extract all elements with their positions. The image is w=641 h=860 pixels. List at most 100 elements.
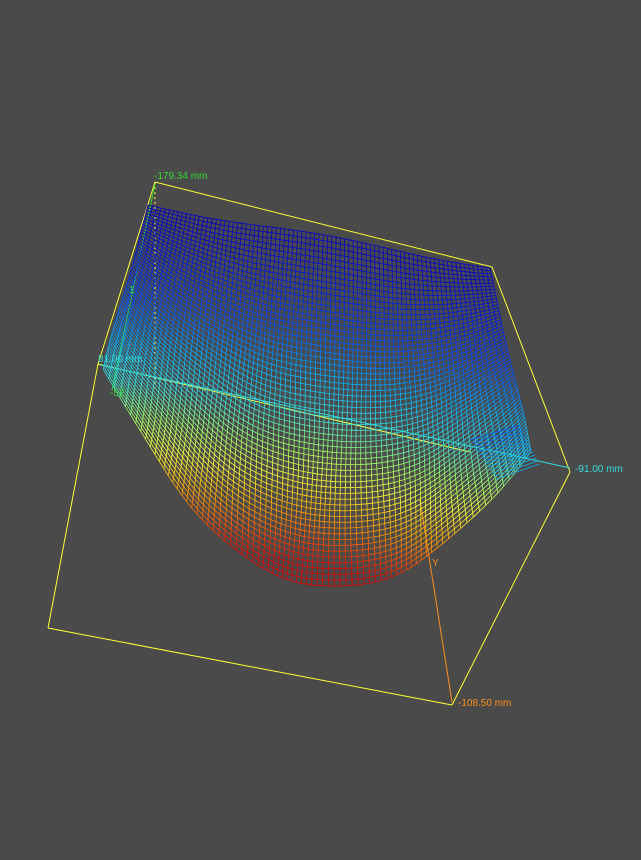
mesh-row-segment <box>298 231 302 232</box>
mesh-row-segment <box>226 306 231 308</box>
mesh-row-segment <box>396 556 401 558</box>
mesh-row-segment <box>319 422 324 423</box>
mesh-row-segment <box>123 376 128 384</box>
mesh-row-segment <box>388 254 392 255</box>
mesh-row-segment <box>171 388 176 393</box>
mesh-row-segment <box>490 373 495 376</box>
mesh-row-segment <box>234 222 238 223</box>
mesh-row-segment <box>481 390 486 393</box>
mesh-row-segment <box>366 486 372 487</box>
mesh-row-segment <box>221 361 226 364</box>
mesh-row-segment <box>190 363 195 367</box>
mesh-row-segment <box>446 394 451 396</box>
3d-scene[interactable]: -179.34 mm 81.00 mm -52 1 -91.00 mm Y -1… <box>0 0 641 855</box>
mesh-row-segment <box>266 385 271 387</box>
mesh-row-segment <box>413 345 418 346</box>
mesh-row-segment <box>388 276 392 277</box>
mesh-row-segment <box>250 497 256 500</box>
mesh-row-segment <box>390 400 395 401</box>
mesh-row-segment <box>416 560 421 564</box>
mesh-row-segment <box>153 344 158 349</box>
mesh-row-segment <box>357 556 363 557</box>
mesh-row-segment <box>172 454 176 460</box>
mesh-row-segment <box>375 296 379 297</box>
mesh-row-segment <box>233 425 238 428</box>
mesh-row-segment <box>480 311 485 312</box>
mesh-row-segment <box>454 519 460 524</box>
mesh-row-segment <box>478 365 483 368</box>
mesh-row-segment <box>293 563 298 564</box>
mesh-row-segment <box>246 388 251 390</box>
mesh-row-segment <box>443 424 448 427</box>
mesh-row-segment <box>493 302 498 303</box>
mesh-row-segment <box>272 359 277 360</box>
mesh-row-segment <box>273 451 278 453</box>
mesh-row-segment <box>225 525 231 530</box>
mesh-row-segment <box>479 372 484 375</box>
mesh-row-segment <box>426 533 431 537</box>
mesh-row-segment <box>450 479 455 483</box>
mesh-row-segment <box>471 397 476 400</box>
mesh-row-segment <box>178 326 183 330</box>
mesh-row-segment <box>239 474 244 477</box>
mesh-row-segment <box>284 432 289 433</box>
mesh-row-segment <box>448 270 452 271</box>
mesh-row-segment <box>284 327 289 328</box>
mesh-row-segment <box>269 340 274 341</box>
mesh-row-segment <box>370 245 374 246</box>
mesh-row-segment <box>252 442 257 445</box>
mesh-row-segment <box>474 331 479 333</box>
mesh-row-segment <box>251 453 256 456</box>
mesh-row-segment <box>278 465 283 467</box>
mesh-row-segment <box>448 529 454 534</box>
mesh-row-segment <box>169 315 174 319</box>
mesh-row-segment <box>424 363 429 364</box>
mesh-row-segment <box>401 538 406 540</box>
mesh-row-segment <box>453 510 459 515</box>
mesh-row-segment <box>169 443 174 449</box>
mesh-row-segment <box>382 445 387 446</box>
mesh-row-segment <box>316 345 321 346</box>
mesh-row-segment <box>319 246 323 247</box>
mesh-row-segment <box>264 546 269 549</box>
mesh-row-segment <box>259 411 264 413</box>
mesh-row-segment <box>391 559 396 561</box>
mesh-row-segment <box>182 385 187 390</box>
mesh-row-segment <box>287 574 292 575</box>
mesh-row-segment <box>363 560 369 561</box>
mesh-row-segment <box>148 205 152 206</box>
3d-viewer-canvas[interactable]: -179.34 mm 81.00 mm -52 1 -91.00 mm Y -1… <box>0 0 641 855</box>
mesh-row-segment <box>490 408 496 412</box>
mesh-row-segment <box>207 352 212 355</box>
mesh-row-segment <box>236 398 241 401</box>
mesh-row-segment <box>301 255 305 256</box>
mesh-row-segment <box>476 350 481 352</box>
mesh-row-segment <box>128 387 133 395</box>
mesh-row-segment <box>184 326 189 330</box>
mesh-row-segment <box>203 253 207 255</box>
mesh-row-segment <box>233 273 238 274</box>
mesh-row-segment <box>439 264 443 265</box>
mesh-row-segment <box>475 386 480 389</box>
mesh-row-segment <box>409 264 413 265</box>
mesh-row-segment <box>457 353 462 355</box>
mesh-row-segment <box>206 407 210 411</box>
mesh-row-segment <box>143 268 147 272</box>
mesh-row-segment <box>170 350 175 355</box>
mesh-row-segment <box>214 526 220 531</box>
mesh-row-segment <box>332 242 336 243</box>
mesh-row-segment <box>220 515 226 520</box>
mesh-row-segment <box>483 300 488 301</box>
mesh-row-segment <box>214 276 219 278</box>
mesh-row-segment <box>474 469 480 474</box>
mesh-row-segment <box>321 346 326 347</box>
mesh-row-segment <box>287 351 292 352</box>
mesh-row-segment <box>246 293 250 295</box>
mesh-row-segment <box>511 387 517 392</box>
mesh-row-segment <box>275 325 280 326</box>
mesh-row-segment <box>367 514 373 515</box>
mesh-row-segment <box>205 236 209 237</box>
mesh-row-segment <box>294 294 298 295</box>
mesh-row-segment <box>221 499 226 504</box>
mesh-row-segment <box>222 290 227 292</box>
